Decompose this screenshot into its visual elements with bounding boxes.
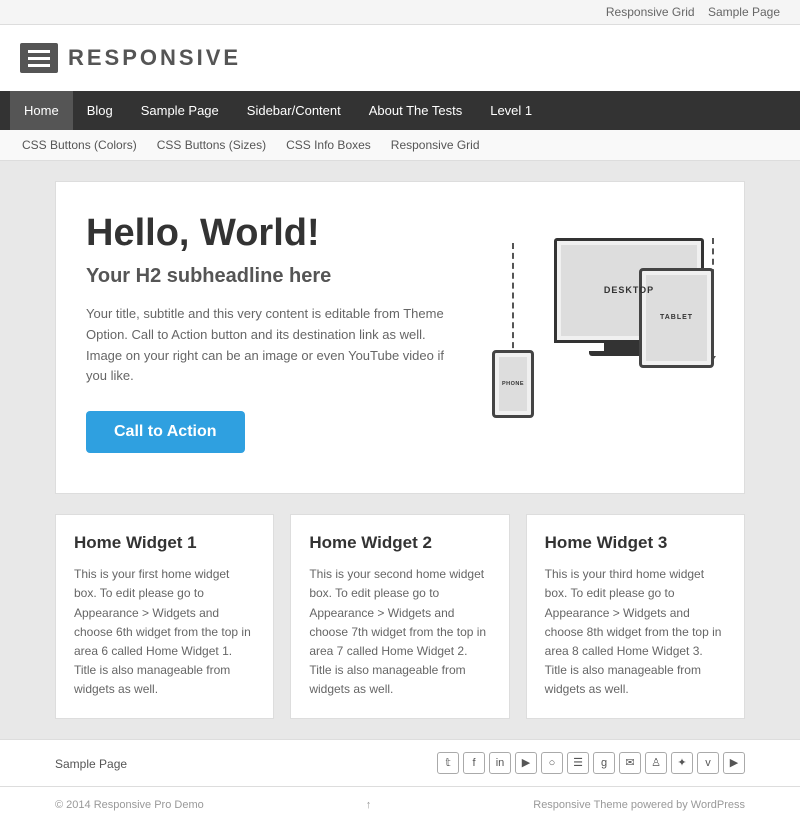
topbar-link-sample-page[interactable]: Sample Page bbox=[708, 5, 780, 19]
site-footer: Sample Page 𝕥 f in ▶ ○ ☰ g ✉ ♙ ✦ v ▶ © 2… bbox=[0, 739, 800, 823]
nav-item-sample-page[interactable]: Sample Page bbox=[127, 91, 233, 130]
social-linkedin[interactable]: in bbox=[489, 752, 511, 774]
social-play[interactable]: ▶ bbox=[723, 752, 745, 774]
logo-icon bbox=[20, 43, 58, 73]
device-phone: PHONE bbox=[492, 350, 534, 418]
hero-section: Hello, World! Your H2 subheadline here Y… bbox=[55, 181, 745, 494]
subnav-responsive-grid[interactable]: Responsive Grid bbox=[381, 130, 490, 160]
cta-button[interactable]: Call to Action bbox=[86, 411, 245, 453]
tablet-label: TABLET bbox=[660, 314, 693, 321]
widget-2-title: Home Widget 2 bbox=[309, 533, 490, 553]
footer-left: Sample Page bbox=[55, 755, 127, 771]
device-tablet: TABLET bbox=[639, 268, 714, 368]
footer-inner: Sample Page 𝕥 f in ▶ ○ ☰ g ✉ ♙ ✦ v ▶ bbox=[45, 740, 755, 786]
hero-h2: Your H2 subheadline here bbox=[86, 265, 454, 288]
nav-item-blog[interactable]: Blog bbox=[73, 91, 127, 130]
social-email[interactable]: ✉ bbox=[619, 752, 641, 774]
social-icons: 𝕥 f in ▶ ○ ☰ g ✉ ♙ ✦ v ▶ bbox=[437, 752, 745, 774]
desktop-label: DESKTOP bbox=[604, 285, 654, 295]
widget-2: Home Widget 2 This is your second home w… bbox=[290, 514, 509, 718]
subnav-css-buttons-colors[interactable]: CSS Buttons (Colors) bbox=[12, 130, 147, 160]
phone-label: PHONE bbox=[502, 381, 524, 387]
up-arrow: ↑ bbox=[366, 799, 372, 811]
tablet-screen: TABLET bbox=[639, 268, 714, 368]
nav-item-sidebar[interactable]: Sidebar/Content bbox=[233, 91, 355, 130]
nav-item-level1[interactable]: Level 1 bbox=[476, 91, 546, 130]
dashed-arrow-vertical bbox=[512, 243, 514, 358]
social-facebook[interactable]: f bbox=[463, 752, 485, 774]
hero-text: Hello, World! Your H2 subheadline here Y… bbox=[86, 212, 454, 453]
topbar-link-responsive-grid[interactable]: Responsive Grid bbox=[606, 5, 695, 19]
widget-3-title: Home Widget 3 bbox=[545, 533, 726, 553]
phone-screen: PHONE bbox=[492, 350, 534, 418]
widget-3-body: This is your third home widget box. To e… bbox=[545, 565, 726, 699]
main-nav: Home Blog Sample Page Sidebar/Content Ab… bbox=[0, 91, 800, 130]
footer-copyright: © 2014 Responsive Pro Demo ↑ Responsive … bbox=[45, 793, 755, 817]
social-pinterest[interactable]: ♙ bbox=[645, 752, 667, 774]
widgets-row: Home Widget 1 This is your first home wi… bbox=[55, 514, 745, 718]
powered-text: Responsive Theme powered by WordPress bbox=[533, 799, 745, 811]
sub-nav: CSS Buttons (Colors) CSS Buttons (Sizes)… bbox=[0, 130, 800, 161]
widget-2-body: This is your second home widget box. To … bbox=[309, 565, 490, 699]
logo-text: RESPONSIVE bbox=[68, 45, 241, 71]
social-star[interactable]: ✦ bbox=[671, 752, 693, 774]
copyright-text: © 2014 Responsive Pro Demo bbox=[55, 799, 204, 811]
social-instagram[interactable]: ○ bbox=[541, 752, 563, 774]
social-youtube[interactable]: ▶ bbox=[515, 752, 537, 774]
nav-item-about[interactable]: About The Tests bbox=[355, 91, 476, 130]
device-illustration: DESKTOP TABLET PHONE bbox=[474, 238, 714, 428]
social-google[interactable]: g bbox=[593, 752, 615, 774]
hero-body: Your title, subtitle and this very conte… bbox=[86, 304, 454, 387]
site-header: RESPONSIVE bbox=[0, 25, 800, 91]
hero-h1: Hello, World! bbox=[86, 212, 454, 255]
subnav-css-info-boxes[interactable]: CSS Info Boxes bbox=[276, 130, 381, 160]
nav-item-home[interactable]: Home bbox=[10, 91, 73, 130]
top-bar: Responsive Grid Sample Page bbox=[0, 0, 800, 25]
widget-3: Home Widget 3 This is your third home wi… bbox=[526, 514, 745, 718]
page-wrapper: Hello, World! Your H2 subheadline here Y… bbox=[45, 181, 755, 719]
footer-sample-page-link[interactable]: Sample Page bbox=[55, 757, 127, 771]
widget-1-title: Home Widget 1 bbox=[74, 533, 255, 553]
social-vimeo[interactable]: v bbox=[697, 752, 719, 774]
social-twitter[interactable]: 𝕥 bbox=[437, 752, 459, 774]
subnav-css-buttons-sizes[interactable]: CSS Buttons (Sizes) bbox=[147, 130, 276, 160]
widget-1-body: This is your first home widget box. To e… bbox=[74, 565, 255, 699]
social-rss[interactable]: ☰ bbox=[567, 752, 589, 774]
widget-1: Home Widget 1 This is your first home wi… bbox=[55, 514, 274, 718]
